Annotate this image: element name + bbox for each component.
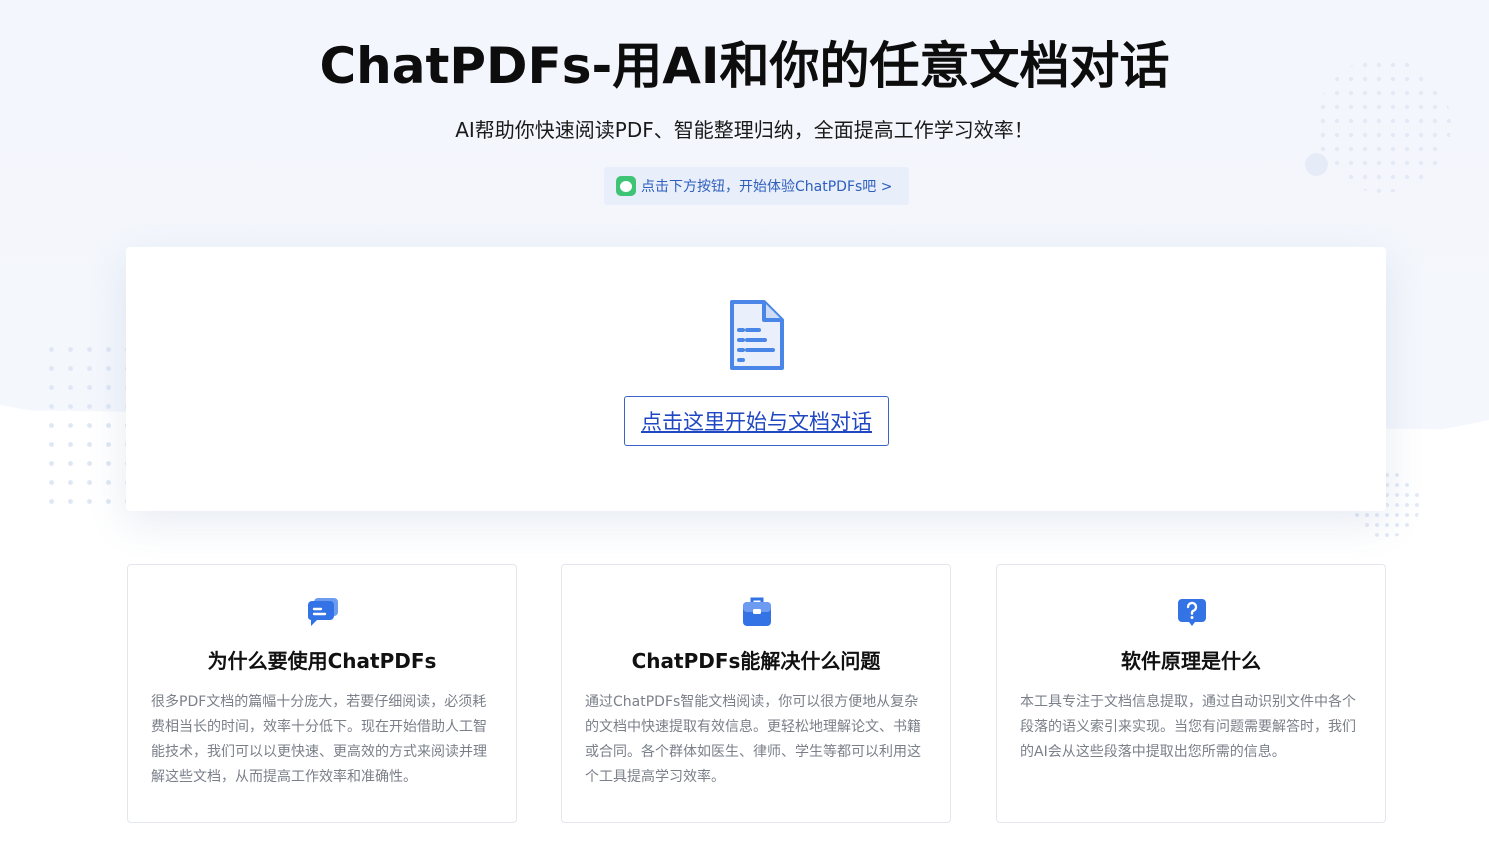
feature-text: 本工具专注于文档信息提取，通过自动识别文件中各个段落的语义索引来实现。当您有问题…: [1020, 694, 1356, 760]
feature-card-problems: ChatPDFs能解决什么问题 通过ChatPDFs智能文档阅读，你可以很方便地…: [561, 564, 951, 823]
chat-bubbles-icon: [308, 598, 338, 626]
start-chat-button[interactable]: 点击这里开始与文档对话: [624, 396, 889, 446]
dots-decoration-left: [42, 340, 132, 518]
start-hint-link[interactable]: 点击下方按钮，开始体验ChatPDFs吧 >: [604, 167, 909, 205]
feature-text: 通过ChatPDFs智能文档阅读，你可以很方便地从复杂的文档中快速提取有效信息。…: [585, 694, 921, 785]
feature-card-principle: 软件原理是什么 本工具专注于文档信息提取，通过自动识别文件中各个段落的语义索引来…: [996, 564, 1386, 823]
feature-title: 为什么要使用ChatPDFs: [207, 649, 437, 673]
question-bubble-icon: [1178, 599, 1206, 626]
briefcase-icon: [743, 597, 771, 626]
start-hint-label: 点击下方按钮，开始体验ChatPDFs吧 >: [641, 179, 893, 195]
page-title: ChatPDFs-用AI和你的任意文档对话: [319, 37, 1170, 95]
chat-icon: [616, 176, 636, 196]
feature-card-why: 为什么要使用ChatPDFs 很多PDF文档的篇幅十分庞大，若要仔细阅读，必须耗…: [127, 564, 517, 823]
feature-title: 软件原理是什么: [1121, 649, 1261, 673]
upload-card[interactable]: 点击这里开始与文档对话: [126, 247, 1386, 511]
feature-text: 很多PDF文档的篇幅十分庞大，若要仔细阅读，必须耗费相当长的时间，效率十分低下。…: [151, 694, 487, 785]
circle-decoration: [1305, 153, 1328, 176]
feature-title: ChatPDFs能解决什么问题: [631, 649, 881, 673]
page-subtitle: AI帮助你快速阅读PDF、智能整理归纳，全面提高工作学习效率！: [455, 118, 1034, 142]
document-icon: [730, 300, 784, 370]
